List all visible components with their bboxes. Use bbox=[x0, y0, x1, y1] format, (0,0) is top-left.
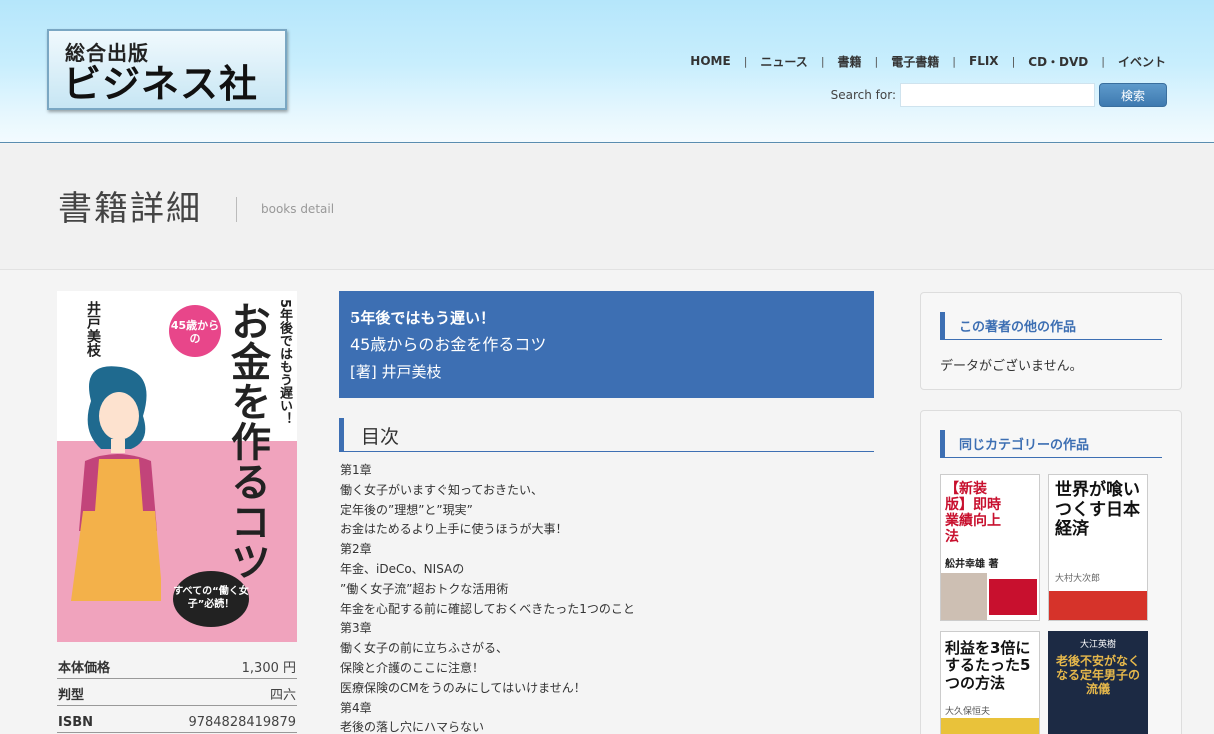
book-label: 利益を3倍にするたった5つの方法 bbox=[945, 639, 1031, 692]
spec-value: 四六 bbox=[269, 688, 296, 703]
cover-tag: すべての“働く女子”必読！ bbox=[173, 571, 249, 627]
category-works-panel: 同じカテゴリーの作品 【新装版】即時業績向上法 舩井幸雄 著 世界が喰いつくす日… bbox=[920, 410, 1182, 734]
main-nav: HOME | ニュース | 書籍 | 電子書籍 | FLIX | CD・DVD … bbox=[677, 52, 1166, 70]
page-subtitle: books detail bbox=[261, 202, 335, 216]
toc-line: 第1章 bbox=[340, 463, 372, 477]
toc-line: 第4章 bbox=[340, 700, 372, 715]
panel-title: 同じカテゴリーの作品 bbox=[959, 438, 1090, 453]
toc-line: 働く女子がいますぐ知っておきたい、 bbox=[340, 482, 544, 497]
search-label: Search for: bbox=[830, 88, 896, 102]
title-divider bbox=[236, 197, 237, 222]
book-band bbox=[1049, 591, 1147, 620]
toc-line: 保険と介護のここに注意！ bbox=[340, 660, 485, 675]
heading-accent-bar bbox=[339, 418, 344, 452]
woman-illustration-icon bbox=[71, 366, 161, 601]
empty-message: データがございません。 bbox=[940, 359, 1083, 374]
book-author: 大江英樹 bbox=[1079, 640, 1116, 650]
toc-title: 目次 bbox=[361, 426, 400, 448]
book-band bbox=[941, 718, 1039, 734]
book-info-box: 5年後ではもう遅い！ 45歳からのお金を作るコツ [著] 井戸美枝 bbox=[339, 291, 874, 398]
spec-format: 判型 四六 bbox=[57, 684, 297, 706]
book-author: [著] 井戸美枝 bbox=[350, 363, 442, 381]
search-button[interactable]: 検索 bbox=[1099, 83, 1167, 107]
related-book-3[interactable]: 利益を3倍にするたった5つの方法 大久保恒夫 bbox=[940, 631, 1040, 734]
toc-line: 第2章 bbox=[340, 542, 372, 557]
nav-ebooks[interactable]: 電子書籍 bbox=[878, 53, 952, 70]
toc-line: 第3章 bbox=[340, 621, 372, 636]
cover-title: お金を作るコツ bbox=[224, 301, 270, 581]
book-author: 舩井幸雄 著 bbox=[945, 559, 999, 570]
cover-badge: 45歳からの bbox=[169, 305, 221, 357]
toc-line: お金はためるより上手に使うほうが大事！ bbox=[340, 522, 568, 537]
page-title: 書籍詳細 bbox=[58, 189, 202, 229]
title-band: 書籍詳細 books detail bbox=[0, 144, 1214, 270]
site-header: 総合出版 ビジネス社 HOME | ニュース | 書籍 | 電子書籍 | FLI… bbox=[0, 0, 1214, 143]
toc-list: 第1章 働く女子がいますぐ知っておきたい、 定年後の”理想”と”現実” お金はた… bbox=[340, 461, 874, 734]
toc-line: 年金、iDeCo、NISAの bbox=[340, 561, 465, 576]
toc-line: 老後の落し穴にハマらない bbox=[340, 720, 485, 734]
search-form: Search for: 検索 bbox=[831, 83, 1167, 107]
book-author: 大久保恒夫 bbox=[945, 707, 991, 717]
author-photo bbox=[941, 573, 987, 620]
spec-label: ISBN bbox=[58, 715, 93, 730]
book-cover: 45歳からの お金を作るコツ 5年後ではもう遅い！ 井戸美枝 すべての“働く女子… bbox=[57, 291, 297, 642]
nav-home[interactable]: HOME bbox=[677, 54, 743, 68]
site-logo[interactable]: 総合出版 ビジネス社 bbox=[47, 29, 287, 110]
spec-value: 9784828419879 bbox=[188, 715, 296, 730]
spec-price: 本体価格 1,300 円 bbox=[57, 657, 297, 679]
book-subtitle: 5年後ではもう遅い！ bbox=[350, 309, 495, 327]
heading-accent-bar bbox=[940, 312, 945, 340]
nav-news[interactable]: ニュース bbox=[747, 53, 820, 70]
book-label: 老後不安がなくなる定年男子の流儀 bbox=[1055, 654, 1140, 696]
related-book-4[interactable]: 大江英樹 老後不安がなくなる定年男子の流儀 bbox=[1048, 631, 1148, 734]
spec-value: 1,300 円 bbox=[241, 661, 296, 676]
nav-books[interactable]: 書籍 bbox=[825, 53, 875, 70]
panel-heading: この著者の他の作品 bbox=[940, 312, 1162, 340]
nav-flix[interactable]: FLIX bbox=[956, 54, 1012, 68]
toc-heading: 目次 bbox=[339, 418, 874, 452]
book-author: 大村大次郎 bbox=[1055, 574, 1101, 584]
logo-big-text: ビジネス社 bbox=[63, 62, 259, 106]
cover-subtitle: 5年後ではもう遅い！ bbox=[277, 299, 292, 426]
book-label: 【新装版】即時業績向上法 bbox=[945, 481, 1001, 546]
author-works-panel: この著者の他の作品 データがございません。 bbox=[920, 292, 1182, 390]
cover-author: 井戸美枝 bbox=[85, 301, 101, 357]
spec-label: 判型 bbox=[58, 688, 85, 703]
heading-accent-bar bbox=[940, 430, 945, 458]
toc-line: ”働く女子流”超おトクな活用術 bbox=[340, 581, 509, 596]
search-input[interactable] bbox=[900, 83, 1095, 107]
spec-label: 本体価格 bbox=[58, 661, 111, 676]
toc-line: 働く女子の前に立ちふさがる、 bbox=[340, 641, 509, 656]
spec-isbn: ISBN 9784828419879 bbox=[57, 711, 297, 733]
toc-line: 定年後の”理想”と”現実” bbox=[340, 502, 473, 517]
toc-line: 医療保険のCMをうのみにしてはいけません！ bbox=[340, 680, 586, 695]
book-title: 45歳からのお金を作るコツ bbox=[350, 335, 547, 354]
nav-cd-dvd[interactable]: CD・DVD bbox=[1015, 53, 1101, 70]
book-band bbox=[989, 579, 1037, 615]
toc-line: 年金を心配する前に確認しておくべきたった1つのこと bbox=[340, 601, 635, 616]
panel-title: この著者の他の作品 bbox=[959, 320, 1077, 335]
related-book-1[interactable]: 【新装版】即時業績向上法 舩井幸雄 著 bbox=[940, 474, 1040, 621]
book-label: 世界が喰いつくす日本経済 bbox=[1055, 480, 1140, 540]
related-book-2[interactable]: 世界が喰いつくす日本経済 大村大次郎 bbox=[1048, 474, 1148, 621]
panel-heading: 同じカテゴリーの作品 bbox=[940, 430, 1162, 458]
nav-events[interactable]: イベント bbox=[1105, 53, 1166, 70]
